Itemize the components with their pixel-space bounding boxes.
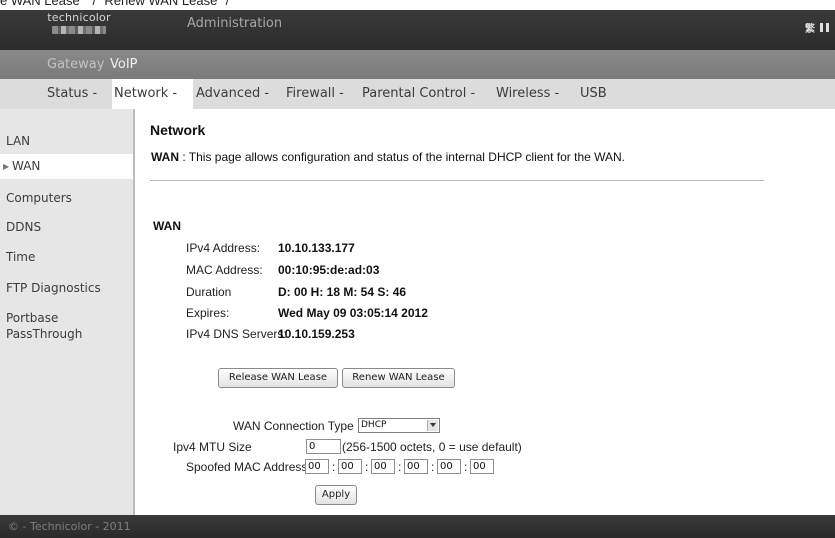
sidebar-item-portbase-passthrough[interactable]: Portbase PassThrough (0, 311, 133, 343)
dns-servers-label: IPv4 DNS Servers: (186, 327, 287, 341)
nav-network[interactable]: Network - (114, 86, 177, 101)
tab-voip[interactable]: VoIP (110, 57, 138, 72)
mtu-size-label: Ipv4 MTU Size (173, 440, 252, 454)
nav-firewall[interactable]: Firewall - (286, 86, 344, 101)
window-icon[interactable] (820, 23, 829, 32)
nav-status[interactable]: Status - (47, 86, 97, 101)
page-title: Network (150, 122, 206, 138)
sidebar-item-label-line2: PassThrough (6, 327, 83, 341)
mac-separator: : (398, 460, 402, 474)
renew-wan-lease-button[interactable]: Renew WAN Lease (342, 368, 455, 388)
sidebar: LAN ▶ WAN Computers DDNS Time FTP Diagno… (0, 109, 135, 515)
language-icon[interactable]: 繁 (805, 20, 815, 35)
nav-advanced[interactable]: Advanced - (196, 86, 269, 101)
mac-separator: : (332, 460, 336, 474)
clipped-caption-text: e WAN Lease" "/ "Renew WAN Lease" / (0, 0, 230, 8)
connection-type-select[interactable]: DHCP (358, 418, 440, 433)
sidebar-item-label: Computers (6, 191, 72, 205)
nav-usb[interactable]: USB (580, 86, 607, 101)
mac-address-value: 00:10:95:de:ad:03 (278, 263, 380, 277)
connection-type-value: DHCP (361, 420, 387, 430)
ipv4-address-label: IPv4 Address: (186, 241, 261, 255)
duration-label: Duration (186, 285, 232, 299)
mac-octet-5-input[interactable]: 00 (437, 459, 461, 474)
mac-separator: : (431, 460, 435, 474)
tab-gateway[interactable]: Gateway (47, 57, 104, 72)
logo-text: technicolor (47, 11, 111, 24)
sidebar-item-label-line1: Portbase (6, 311, 59, 325)
ipv4-address-value: 10.10.133.177 (278, 241, 355, 255)
mac-octet-2-input[interactable]: 00 (338, 459, 362, 474)
header-icons: 繁 (805, 20, 829, 35)
divider (150, 180, 764, 181)
dns-servers-value: 10.10.159.253 (278, 327, 355, 341)
release-wan-lease-button[interactable]: Release WAN Lease (218, 368, 338, 388)
sidebar-item-label: LAN (6, 134, 31, 148)
mac-separator: : (464, 460, 468, 474)
clipped-caption: e WAN Lease" "/ "Renew WAN Lease" / (0, 0, 835, 10)
duration-value: D: 00 H: 18 M: 54 S: 46 (278, 285, 407, 299)
wan-section-title: WAN (153, 219, 181, 233)
copyright-text: © - Technicolor - 2011 (8, 520, 131, 533)
nav-wireless[interactable]: Wireless - (496, 86, 559, 101)
mtu-size-input[interactable]: 0 (306, 439, 341, 454)
header: technicolor Administration 繁 (0, 10, 835, 50)
page-description: WAN : This page allows configuration and… (151, 150, 625, 164)
sidebar-item-label: WAN (12, 159, 41, 173)
mac-separator: : (365, 460, 369, 474)
description-text: : This page allows configuration and sta… (179, 150, 626, 164)
mac-octet-1-input[interactable]: 00 (305, 459, 329, 474)
nav-parental-control[interactable]: Parental Control - (362, 86, 475, 101)
top-tab-bar: Gateway VoIP (0, 50, 835, 79)
mtu-size-hint: (256-1500 octets, 0 = use default) (342, 440, 522, 454)
sidebar-item-label: FTP Diagnostics (6, 281, 101, 295)
expires-value: Wed May 09 03:05:14 2012 (278, 306, 428, 320)
connection-type-label: WAN Connection Type (233, 419, 354, 433)
logo-film-strip-icon (52, 26, 106, 34)
description-label: WAN (151, 150, 179, 164)
sidebar-item-wan[interactable]: ▶ WAN (0, 154, 133, 179)
expires-label: Expires: (186, 306, 230, 320)
mac-address-label: MAC Address: (186, 263, 263, 277)
chevron-down-icon (427, 420, 438, 431)
sidebar-item-label: DDNS (6, 220, 42, 234)
apply-button[interactable]: Apply (315, 485, 357, 505)
technicolor-logo[interactable]: technicolor (46, 11, 112, 36)
mac-octet-3-input[interactable]: 00 (371, 459, 395, 474)
footer: © - Technicolor - 2011 (0, 515, 835, 538)
mac-octet-4-input[interactable]: 00 (404, 459, 428, 474)
spoofed-mac-label: Spoofed MAC Address (186, 460, 308, 474)
app-title: Administration (187, 16, 283, 31)
sidebar-item-label: Time (6, 250, 36, 264)
mac-octet-6-input[interactable]: 00 (470, 459, 494, 474)
active-arrow-icon: ▶ (3, 162, 10, 171)
